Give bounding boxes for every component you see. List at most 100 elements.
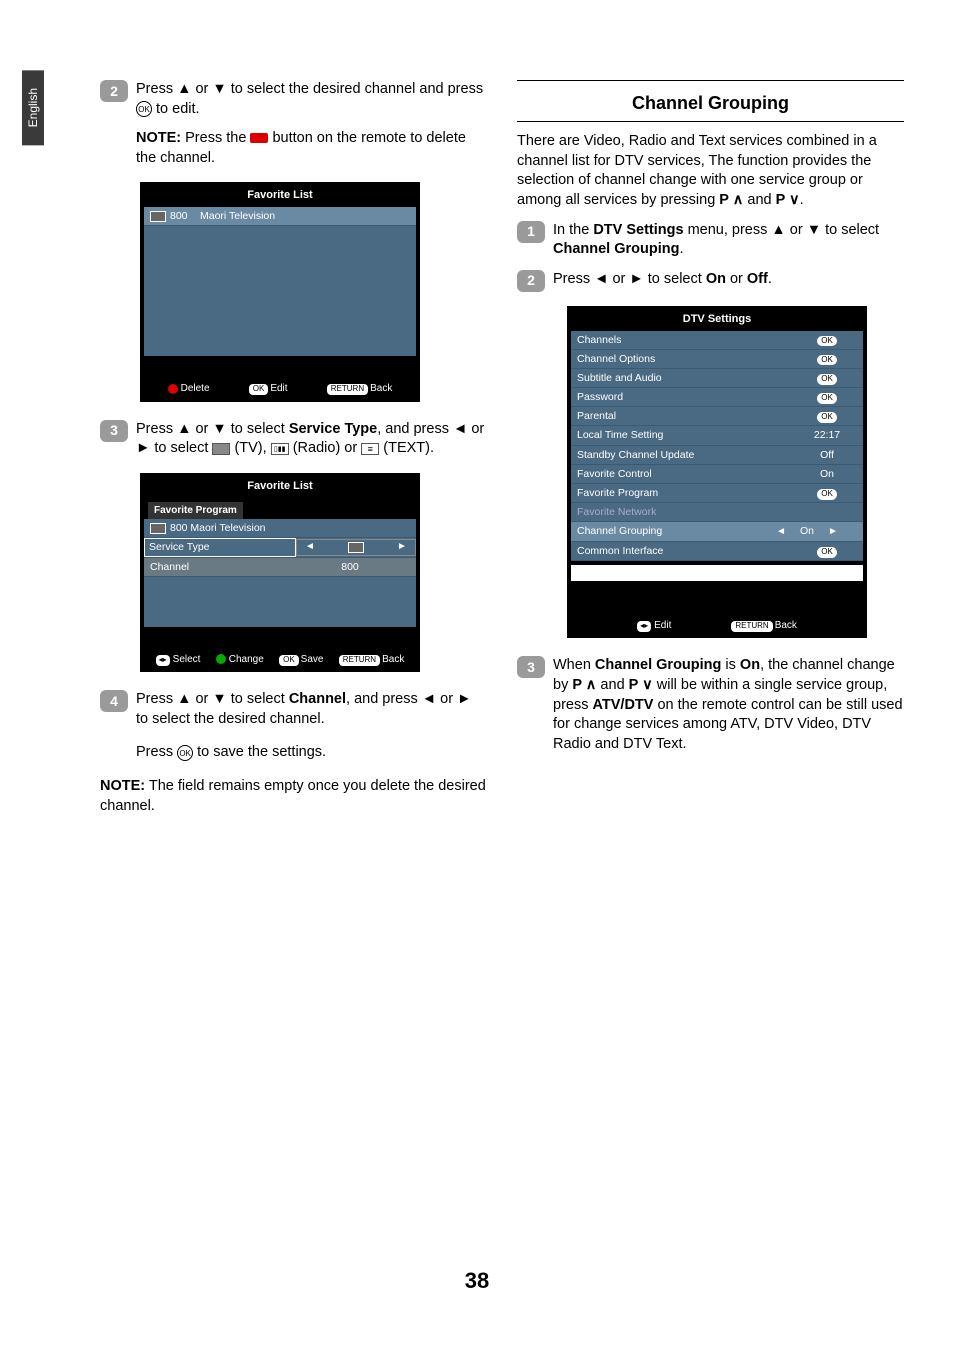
note-2: NOTE: The field remains empty once you d…: [100, 777, 487, 816]
label: Favorite Program: [577, 486, 797, 500]
left-column: 2 Press ▲ or ▼ to select the desired cha…: [70, 80, 487, 816]
footer-edit: ◂▸Edit: [637, 619, 671, 633]
osd-footer: ◂▸Edit RETURNBack: [571, 613, 863, 635]
step-text: When Channel Grouping is On, the channel…: [553, 656, 904, 754]
ok-badge: OK: [817, 547, 837, 558]
bold: Service Type: [289, 421, 377, 437]
text: menu, press ▲ or ▼ to select: [684, 222, 880, 238]
osd-row: Channel Options OK: [571, 350, 863, 369]
osd-row: ChannelsOK: [571, 331, 863, 350]
osd-footer: Delete OKEdit RETURNBack: [144, 376, 416, 398]
radio-icon: ▯▮▮: [271, 443, 289, 455]
ok-key-icon: OK: [249, 384, 269, 395]
step-text: Press ◄ or ► to select On or Off.: [553, 270, 904, 292]
left-arrow-icon: ◄: [776, 526, 786, 537]
press-ok-line: Press OK to save the settings.: [136, 743, 487, 763]
text: Press the: [181, 130, 250, 146]
p-down: P ∨: [629, 677, 653, 693]
ok-key-icon: OK: [279, 655, 299, 666]
label: Standby Channel Update: [577, 448, 797, 462]
step-text: Press ▲ or ▼ to select Service Type, and…: [136, 420, 487, 459]
text: (TEXT).: [379, 440, 434, 456]
text: 800 Maori Television: [170, 521, 266, 535]
text: When: [553, 657, 595, 673]
text: The field remains empty once you delete …: [100, 778, 486, 814]
step-badge: 2: [100, 80, 128, 102]
step-badge: 4: [100, 690, 128, 712]
ok-badge: OK: [817, 355, 837, 366]
value: ◄On►: [757, 524, 857, 539]
tv-icon: [150, 211, 166, 222]
bold: On: [740, 657, 760, 673]
arrows-icon: ◂▸: [637, 621, 651, 632]
step-2-right: 2 Press ◄ or ► to select On or Off.: [517, 270, 904, 292]
right-column: Channel Grouping There are Video, Radio …: [517, 80, 904, 816]
ok-badge: OK: [817, 489, 837, 500]
divider: [517, 80, 904, 81]
text: or: [726, 271, 747, 287]
label: Channel Options: [577, 352, 797, 366]
bold: Channel Grouping: [595, 657, 721, 673]
value: 800: [290, 560, 410, 574]
p-down: P ∨: [776, 192, 800, 208]
footer-save: OKSave: [279, 653, 323, 667]
section-title: Channel Grouping: [517, 91, 904, 115]
channel-number: 800: [170, 209, 200, 223]
osd-favorite-list-2: Favorite List Favorite Program 800 Maori…: [140, 473, 420, 672]
page-content: 2 Press ▲ or ▼ to select the desired cha…: [0, 0, 954, 816]
value: Off: [797, 448, 857, 462]
step-badge: 1: [517, 221, 545, 243]
osd-empty-rows: [144, 577, 416, 627]
osd-row: Favorite ControlOn: [571, 465, 863, 484]
red-dot-icon: [168, 384, 178, 394]
text: Press ▲ or ▼ to select: [136, 691, 289, 707]
osd-footer: ◂▸Select Change OKSave RETURNBack: [144, 647, 416, 669]
value: OK: [797, 352, 857, 366]
step-badge: 3: [100, 420, 128, 442]
label: Service Type: [144, 538, 296, 556]
arrows-icon: ◂▸: [156, 655, 170, 666]
osd-row: ParentalOK: [571, 407, 863, 426]
step-badge: 2: [517, 270, 545, 292]
p-up: P ∧: [572, 677, 596, 693]
osd-row: Favorite Program OK: [571, 484, 863, 503]
value: 22:17: [797, 428, 857, 442]
value: OK: [797, 333, 857, 347]
value: [323, 540, 389, 556]
value: OK: [797, 390, 857, 404]
footer-back: RETURNBack: [731, 619, 797, 633]
label: Channels: [577, 333, 797, 347]
bold: Off: [747, 271, 768, 287]
step-4: 4 Press ▲ or ▼ to select Channel, and pr…: [100, 690, 487, 729]
label: Local Time Setting: [577, 428, 797, 442]
step-text: Press ▲ or ▼ to select Channel, and pres…: [136, 690, 487, 729]
bold: Channel Grouping: [553, 241, 679, 257]
text: In the: [553, 222, 593, 238]
left-arrow-icon: ◄: [297, 540, 323, 556]
osd-title: Favorite List: [144, 475, 416, 498]
text-icon: ≡: [361, 443, 379, 455]
value: OK: [797, 544, 857, 558]
value: OK: [797, 486, 857, 500]
tv-icon: [348, 542, 364, 553]
step-text: Press ▲ or ▼ to select the desired chann…: [136, 80, 487, 119]
osd-row: Standby Channel UpdateOff: [571, 446, 863, 465]
osd-row: Local Time Setting22:17: [571, 426, 863, 445]
osd-title: DTV Settings: [571, 308, 863, 331]
footer-back: RETURNBack: [339, 653, 405, 667]
label: Favorite Control: [577, 467, 797, 481]
step-1: 1 In the DTV Settings menu, press ▲ or ▼…: [517, 221, 904, 260]
text: .: [800, 192, 804, 208]
subheader: Favorite Program: [148, 502, 243, 520]
ok-icon: OK: [136, 101, 152, 117]
red-button-icon: [250, 133, 268, 143]
osd-row: Channel Grouping◄On►: [571, 522, 863, 542]
text: (TV),: [230, 440, 270, 456]
channel-name: Maori Television: [200, 209, 275, 223]
blank-strip: [571, 565, 863, 581]
step-2: 2 Press ▲ or ▼ to select the desired cha…: [100, 80, 487, 119]
label: Password: [577, 390, 797, 404]
divider: [517, 121, 904, 122]
bold: DTV Settings: [593, 222, 683, 238]
osd-row-service-type: Service Type ◄ ►: [144, 538, 416, 557]
